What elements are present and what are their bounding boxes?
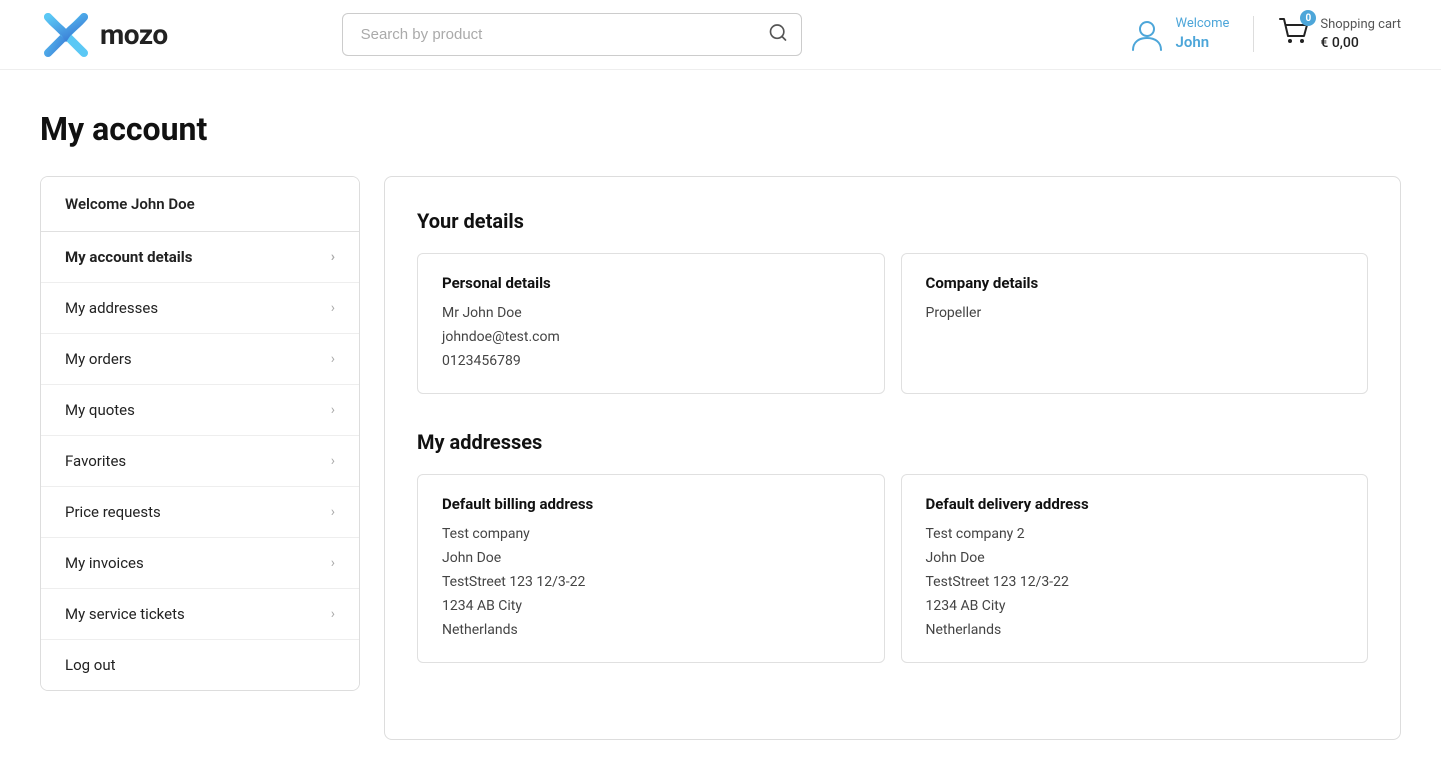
user-icon [1129,16,1165,52]
addresses-title: My addresses [417,430,1368,454]
cart-text: Shopping cart € 0,00 [1320,17,1401,52]
search-bar [342,13,802,56]
chevron-right-icon: › [331,453,335,469]
personal-phone: 0123456789 [442,350,860,374]
chevron-right-icon: › [331,351,335,367]
billing-address-card: Default billing address Test company Joh… [417,474,885,663]
delivery-city: 1234 AB City [926,595,1344,619]
delivery-company: Test company 2 [926,523,1344,547]
logo-icon [40,9,92,61]
company-card-title: Company details [926,274,1344,292]
cart-price: € 0,00 [1320,34,1401,52]
addresses-section: My addresses Default billing address Tes… [417,430,1368,663]
billing-city: 1234 AB City [442,595,860,619]
sidebar-item-invoices[interactable]: My invoices › [41,538,359,589]
sidebar-item-quotes[interactable]: My quotes › [41,385,359,436]
billing-card-title: Default billing address [442,495,860,513]
personal-details-card: Personal details Mr John Doe johndoe@tes… [417,253,885,394]
user-area[interactable]: Welcome John [1129,16,1229,52]
your-details-title: Your details [417,209,1368,233]
sidebar-item-account-details[interactable]: My account details › [41,232,359,283]
personal-name: Mr John Doe [442,302,860,326]
personal-card-title: Personal details [442,274,860,292]
user-welcome: Welcome [1175,16,1229,33]
user-text: Welcome John [1175,16,1229,52]
logo-text: mozo [100,18,168,51]
address-cards-row: Default billing address Test company Joh… [417,474,1368,663]
chevron-right-icon: › [331,402,335,418]
header: mozo Welcome John [0,0,1441,70]
company-details-card: Company details Propeller [901,253,1369,394]
chevron-right-icon: › [331,249,335,265]
page-title: My account [40,110,1401,148]
delivery-street: TestStreet 123 12/3-22 [926,571,1344,595]
billing-company: Test company [442,523,860,547]
chevron-right-icon: › [331,606,335,622]
cart-label: Shopping cart [1320,17,1401,34]
chevron-right-icon: › [331,555,335,571]
sidebar-item-addresses[interactable]: My addresses › [41,283,359,334]
company-name: Propeller [926,302,1344,326]
billing-country: Netherlands [442,619,860,643]
sidebar-item-orders[interactable]: My orders › [41,334,359,385]
cart-badge: 0 [1300,10,1316,26]
user-name: John [1175,33,1229,53]
personal-cards-row: Personal details Mr John Doe johndoe@tes… [417,253,1368,394]
chevron-right-icon: › [331,300,335,316]
delivery-address-card: Default delivery address Test company 2 … [901,474,1369,663]
cart-icon-wrap: 0 [1278,16,1310,52]
delivery-name: John Doe [926,547,1344,571]
main: My account Welcome John Doe My account d… [0,70,1441,780]
search-button[interactable] [768,22,788,47]
content-layout: Welcome John Doe My account details › My… [40,176,1401,740]
sidebar-greeting: Welcome John Doe [41,177,359,232]
delivery-card-title: Default delivery address [926,495,1344,513]
sidebar: Welcome John Doe My account details › My… [40,176,360,691]
sidebar-item-logout[interactable]: Log out [41,640,359,690]
sidebar-item-favorites[interactable]: Favorites › [41,436,359,487]
chevron-right-icon: › [331,504,335,520]
logo[interactable]: mozo [40,9,168,61]
billing-street: TestStreet 123 12/3-22 [442,571,860,595]
personal-email: johndoe@test.com [442,326,860,350]
search-input[interactable] [342,13,802,56]
search-icon [768,22,788,42]
delivery-country: Netherlands [926,619,1344,643]
header-right: Welcome John 0 Shopping cart € 0,00 [1129,16,1401,52]
sidebar-item-price-requests[interactable]: Price requests › [41,487,359,538]
billing-name: John Doe [442,547,860,571]
cart-area[interactable]: 0 Shopping cart € 0,00 [1253,16,1401,52]
details-panel: Your details Personal details Mr John Do… [384,176,1401,740]
sidebar-item-service-tickets[interactable]: My service tickets › [41,589,359,640]
